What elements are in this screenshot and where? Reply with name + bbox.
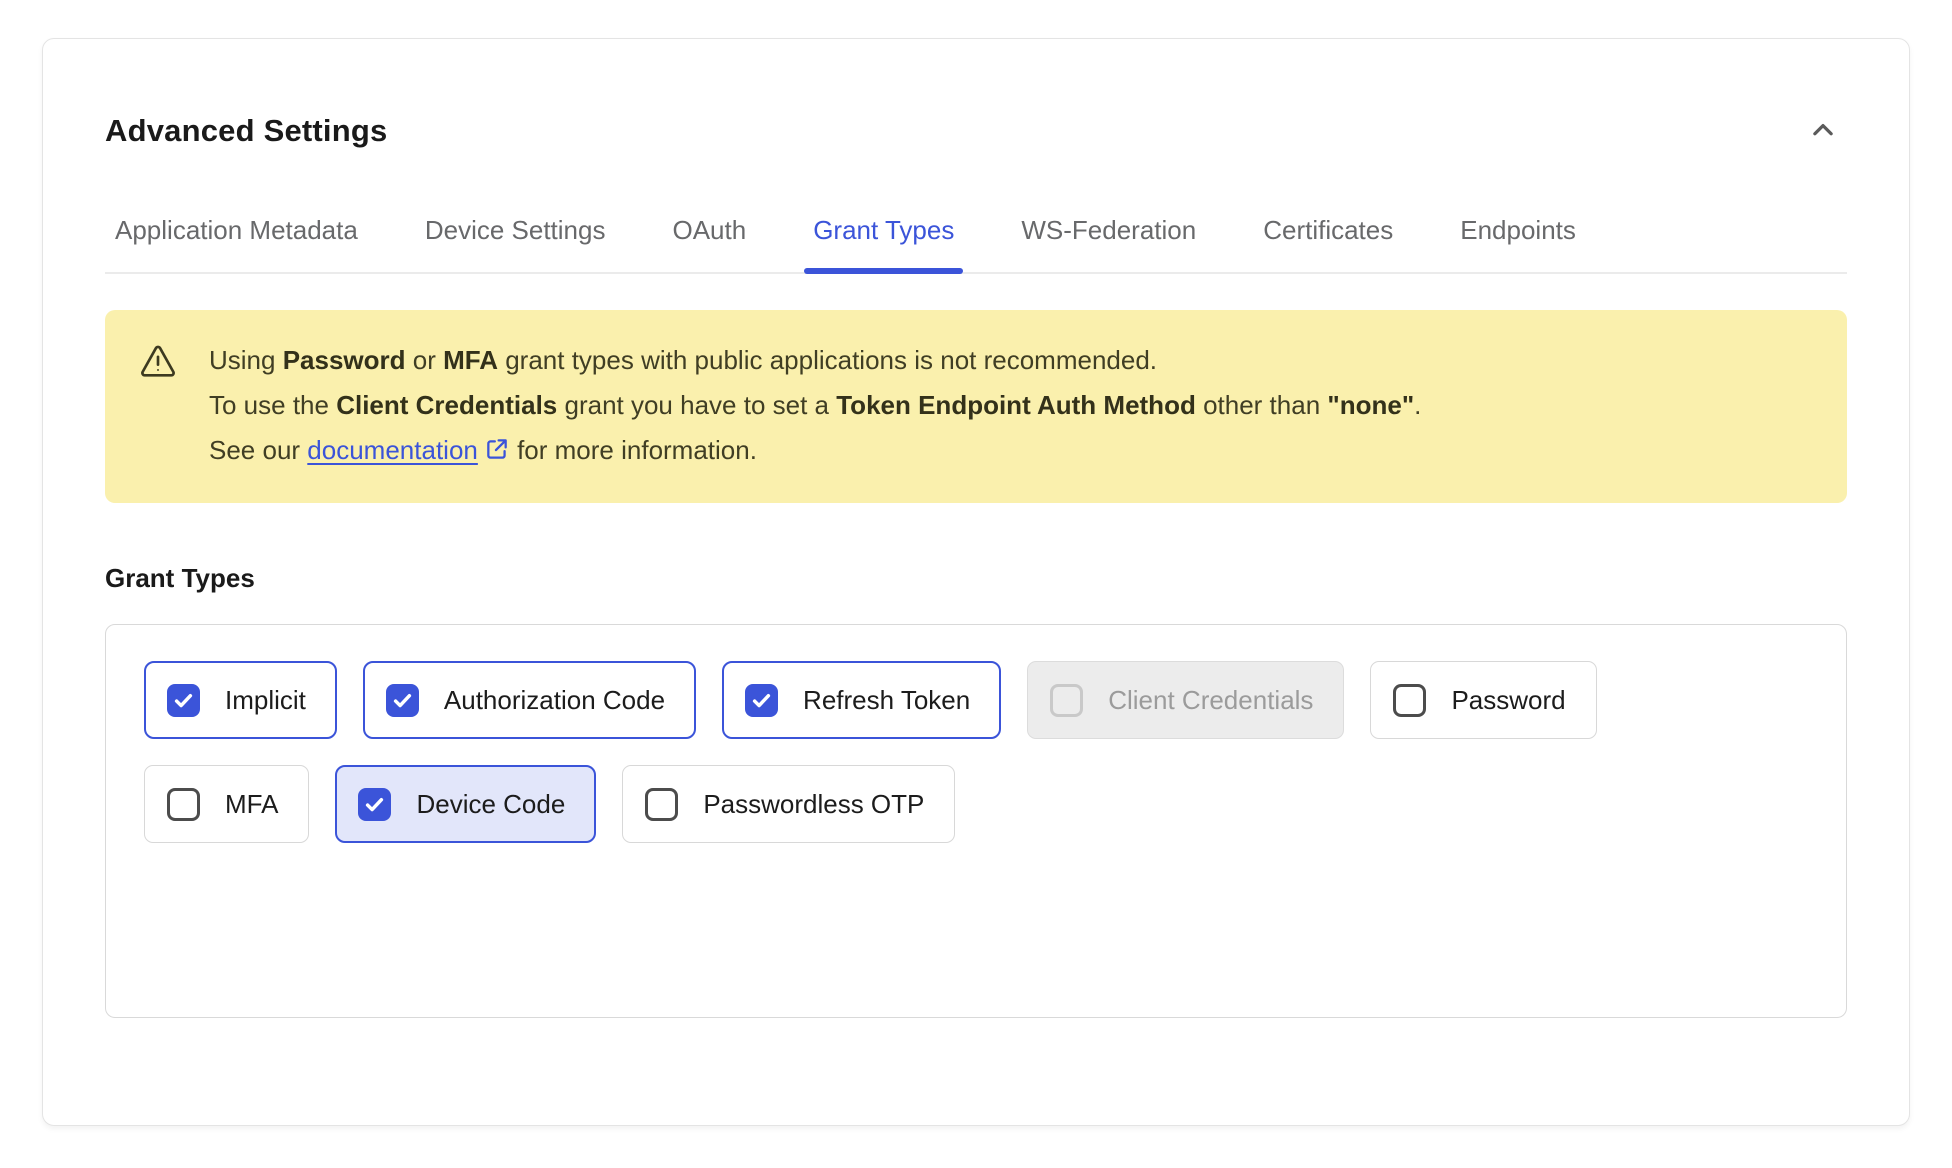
warning-triangle-icon — [139, 344, 177, 385]
grant-type-password[interactable]: Password — [1370, 661, 1596, 739]
tab-oauth[interactable]: OAuth — [670, 215, 748, 272]
card-header: Advanced Settings — [105, 111, 1847, 151]
tab-bar: Application Metadata Device Settings OAu… — [105, 215, 1847, 274]
warning-line-3: See our documentation for more informati… — [209, 428, 1421, 473]
warning-line-1: Using Password or MFA grant types with p… — [209, 338, 1421, 383]
grant-type-label: Authorization Code — [444, 685, 665, 716]
checkbox-unchecked-icon — [1050, 684, 1083, 717]
warning-text: Using Password or MFA grant types with p… — [209, 338, 1421, 473]
grant-types-label: Grant Types — [105, 563, 1847, 594]
grant-type-label: Password — [1451, 685, 1565, 716]
checkbox-checked-icon — [167, 684, 200, 717]
grant-type-label: Refresh Token — [803, 685, 970, 716]
checkbox-unchecked-icon — [645, 788, 678, 821]
grant-type-label: MFA — [225, 789, 278, 820]
tab-ws-federation[interactable]: WS-Federation — [1019, 215, 1198, 272]
grant-type-passwordless-otp[interactable]: Passwordless OTP — [622, 765, 955, 843]
checkbox-checked-icon — [386, 684, 419, 717]
grant-type-refresh-token[interactable]: Refresh Token — [722, 661, 1001, 739]
collapse-section-button[interactable] — [1799, 111, 1847, 151]
chevron-up-icon — [1808, 115, 1838, 148]
grant-type-label: Passwordless OTP — [703, 789, 924, 820]
grant-type-label: Device Code — [416, 789, 565, 820]
grant-type-client-credentials: Client Credentials — [1027, 661, 1344, 739]
tab-device-settings[interactable]: Device Settings — [423, 215, 608, 272]
grant-type-implicit[interactable]: Implicit — [144, 661, 337, 739]
advanced-settings-card: Advanced Settings Application Metadata D… — [42, 38, 1910, 1126]
grant-types-row-2: MFA Device Code Passwordless OTP — [144, 765, 1808, 843]
checkbox-checked-icon — [745, 684, 778, 717]
grant-type-device-code[interactable]: Device Code — [335, 765, 596, 843]
warning-banner: Using Password or MFA grant types with p… — [105, 310, 1847, 503]
grant-type-mfa[interactable]: MFA — [144, 765, 309, 843]
external-link-icon — [478, 435, 510, 465]
checkbox-unchecked-icon — [1393, 684, 1426, 717]
tab-application-metadata[interactable]: Application Metadata — [113, 215, 360, 272]
grant-type-label: Implicit — [225, 685, 306, 716]
tab-grant-types[interactable]: Grant Types — [811, 215, 956, 272]
grant-types-row-1: Implicit Authorization Code Refresh Toke… — [144, 661, 1808, 739]
grant-type-label: Client Credentials — [1108, 685, 1313, 716]
grant-types-group: Implicit Authorization Code Refresh Toke… — [105, 624, 1847, 1018]
grant-type-authorization-code[interactable]: Authorization Code — [363, 661, 696, 739]
tab-endpoints[interactable]: Endpoints — [1458, 215, 1578, 272]
documentation-link[interactable]: documentation — [307, 435, 478, 465]
warning-line-2: To use the Client Credentials grant you … — [209, 383, 1421, 428]
checkbox-unchecked-icon — [167, 788, 200, 821]
tab-certificates[interactable]: Certificates — [1261, 215, 1395, 272]
checkbox-checked-icon — [358, 788, 391, 821]
page-title: Advanced Settings — [105, 113, 387, 149]
